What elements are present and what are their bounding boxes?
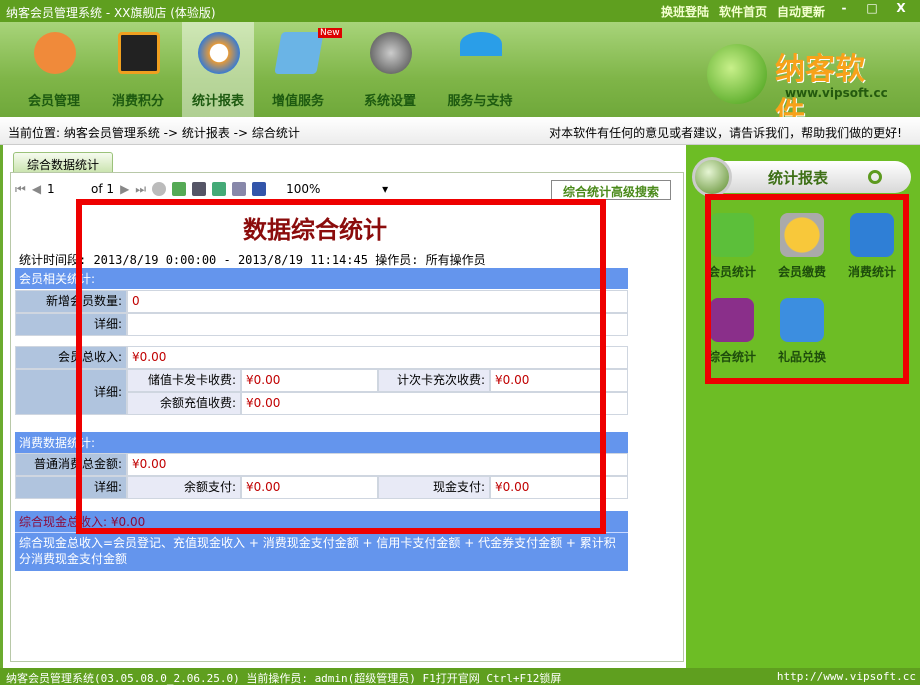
refresh-icon[interactable] bbox=[172, 182, 186, 196]
zoom-select[interactable]: 100% bbox=[286, 182, 376, 196]
next-page-icon[interactable]: ▶ bbox=[120, 182, 129, 196]
member-section-header: 会员相关统计: bbox=[15, 268, 628, 289]
rolodex-icon bbox=[710, 298, 754, 342]
side-item-gift-exchange[interactable]: 礼品兑换 bbox=[772, 298, 832, 365]
side-panel-header: 统计报表 bbox=[696, 161, 911, 193]
minimize-button[interactable]: - bbox=[833, 1, 855, 19]
gift-bag-icon bbox=[780, 298, 824, 342]
nav-statistics-report[interactable]: 统计报表 bbox=[182, 22, 254, 117]
side-item-member-stats[interactable]: 会员统计 bbox=[702, 213, 762, 280]
auto-update-link[interactable]: 自动更新 bbox=[777, 3, 825, 20]
new-badge: New bbox=[318, 28, 342, 38]
balance-recharge-label: 余额充值收费: bbox=[127, 392, 241, 415]
umbrella-icon bbox=[460, 32, 502, 56]
member-income-value: ¥0.00 bbox=[127, 346, 628, 369]
maximize-button[interactable]: □ bbox=[861, 1, 883, 19]
detail-label: 详细: bbox=[15, 369, 127, 415]
cards-icon bbox=[850, 213, 894, 257]
balance-recharge-value: ¥0.00 bbox=[241, 392, 628, 415]
title-bar: 纳客会员管理系统 - XX旗舰店 (体验版) 换班登陆 软件首页 自动更新 - … bbox=[0, 0, 920, 22]
nav-consume-points[interactable]: 消费积分 bbox=[102, 22, 174, 117]
logo-icon bbox=[707, 44, 767, 104]
report-toolbar: ⏮ ◀ 1 of 1 ▶ ⏭ 100% ▾ bbox=[15, 178, 388, 200]
balance-pay-label: 余额支付: bbox=[127, 476, 241, 499]
nav-system-settings[interactable]: 系统设置 bbox=[354, 22, 426, 117]
website-link[interactable]: http://www.vipsoft.cc bbox=[777, 670, 916, 683]
count-card-label: 计次卡充次收费: bbox=[378, 369, 490, 392]
side-item-consume-stats[interactable]: 消费统计 bbox=[842, 213, 902, 280]
member-stats-icon bbox=[710, 213, 754, 257]
main-nav: 会员管理 消费积分 统计报表 New增值服务 系统设置 服务与支持 纳客软件 w… bbox=[0, 22, 920, 117]
cash-pay-value: ¥0.00 bbox=[490, 476, 628, 499]
last-page-icon[interactable]: ⏭ bbox=[135, 182, 146, 197]
report-time-range: 统计时间段: 2013/8/19 0:00:00 - 2013/8/19 11:… bbox=[19, 251, 486, 268]
status-text: 纳客会员管理系统(03.05.08.0_2.06.25.0) 当前操作员: ad… bbox=[6, 670, 561, 686]
close-button[interactable]: X bbox=[890, 1, 912, 19]
detail-label: 详细: bbox=[15, 313, 127, 336]
status-bar: 纳客会员管理系统(03.05.08.0_2.06.25.0) 当前操作员: ad… bbox=[0, 668, 920, 685]
side-item-comprehensive-stats[interactable]: 综合统计 bbox=[702, 298, 762, 365]
print-icon[interactable] bbox=[192, 182, 206, 196]
coin-icon bbox=[780, 213, 824, 257]
page-input[interactable]: 1 bbox=[47, 182, 85, 196]
prev-page-icon[interactable]: ◀ bbox=[32, 182, 41, 196]
advanced-search-button[interactable]: 综合统计高级搜索 bbox=[551, 180, 671, 200]
vip-icon bbox=[118, 32, 160, 74]
stop-icon[interactable] bbox=[152, 182, 166, 196]
card-issue-label: 储值卡发卡收费: bbox=[127, 369, 241, 392]
value-added-icon bbox=[274, 32, 323, 74]
count-card-value: ¥0.00 bbox=[490, 369, 628, 392]
nav-member-management[interactable]: 会员管理 bbox=[18, 22, 90, 117]
window-title: 纳客会员管理系统 - XX旗舰店 (体验版) bbox=[6, 4, 216, 21]
first-page-icon[interactable]: ⏮ bbox=[15, 182, 26, 197]
software-home-link[interactable]: 软件首页 bbox=[719, 3, 767, 20]
page-setup-icon[interactable] bbox=[232, 182, 246, 196]
consume-total-value: ¥0.00 bbox=[127, 453, 628, 476]
ring-icon bbox=[868, 170, 882, 184]
gear-icon bbox=[370, 32, 412, 74]
feedback-text[interactable]: 对本软件有任何的意见或者建议，请告诉我们，帮助我们做的更好! bbox=[549, 124, 902, 141]
breadcrumb: 当前位置: 纳客会员管理系统 -> 统计报表 -> 综合统计 bbox=[8, 124, 300, 141]
side-panel-title: 统计报表 bbox=[768, 167, 828, 188]
nav-service-support[interactable]: 服务与支持 bbox=[440, 22, 520, 117]
side-item-member-payment[interactable]: 会员缴费 bbox=[772, 213, 832, 280]
cash-pay-label: 现金支付: bbox=[378, 476, 490, 499]
nav-value-added[interactable]: New增值服务 bbox=[262, 22, 334, 117]
knob-icon bbox=[692, 157, 732, 197]
new-members-label: 新增会员数量: bbox=[15, 290, 127, 313]
report-frame bbox=[10, 172, 684, 662]
cash-total-formula: 综合现金总收入=会员登记、充值现金收入 + 消费现金支付金额 + 信用卡支付金额… bbox=[15, 532, 628, 571]
card-issue-value: ¥0.00 bbox=[241, 369, 378, 392]
cash-total-row: 综合现金总收入: ¥0.00 bbox=[15, 511, 628, 532]
clock-globe-icon bbox=[198, 32, 240, 74]
detail-value bbox=[127, 313, 628, 336]
side-panel: 统计报表 会员统计 会员缴费 消费统计 综合统计 礼品兑换 bbox=[686, 145, 920, 668]
detail-label: 详细: bbox=[15, 476, 127, 499]
consume-total-label: 普通消费总金额: bbox=[15, 453, 127, 476]
page-layout-icon[interactable] bbox=[212, 182, 226, 196]
report-title: 数据综合统计 bbox=[0, 210, 630, 245]
new-members-value: 0 bbox=[127, 290, 628, 313]
export-icon[interactable] bbox=[252, 182, 266, 196]
switch-shift-link[interactable]: 换班登陆 bbox=[661, 3, 709, 20]
logo: 纳客软件 www.vipsoft.cc bbox=[707, 40, 892, 112]
members-icon bbox=[34, 32, 76, 74]
breadcrumb-bar: 当前位置: 纳客会员管理系统 -> 统计报表 -> 综合统计 对本软件有任何的意… bbox=[0, 117, 920, 145]
member-income-label: 会员总收入: bbox=[15, 346, 127, 369]
chevron-down-icon[interactable]: ▾ bbox=[382, 182, 388, 196]
page-count: of 1 bbox=[91, 182, 114, 196]
consume-section-header: 消费数据统计: bbox=[15, 432, 628, 453]
balance-pay-value: ¥0.00 bbox=[241, 476, 378, 499]
tab-comprehensive-stats[interactable]: 综合数据统计 bbox=[13, 152, 113, 173]
